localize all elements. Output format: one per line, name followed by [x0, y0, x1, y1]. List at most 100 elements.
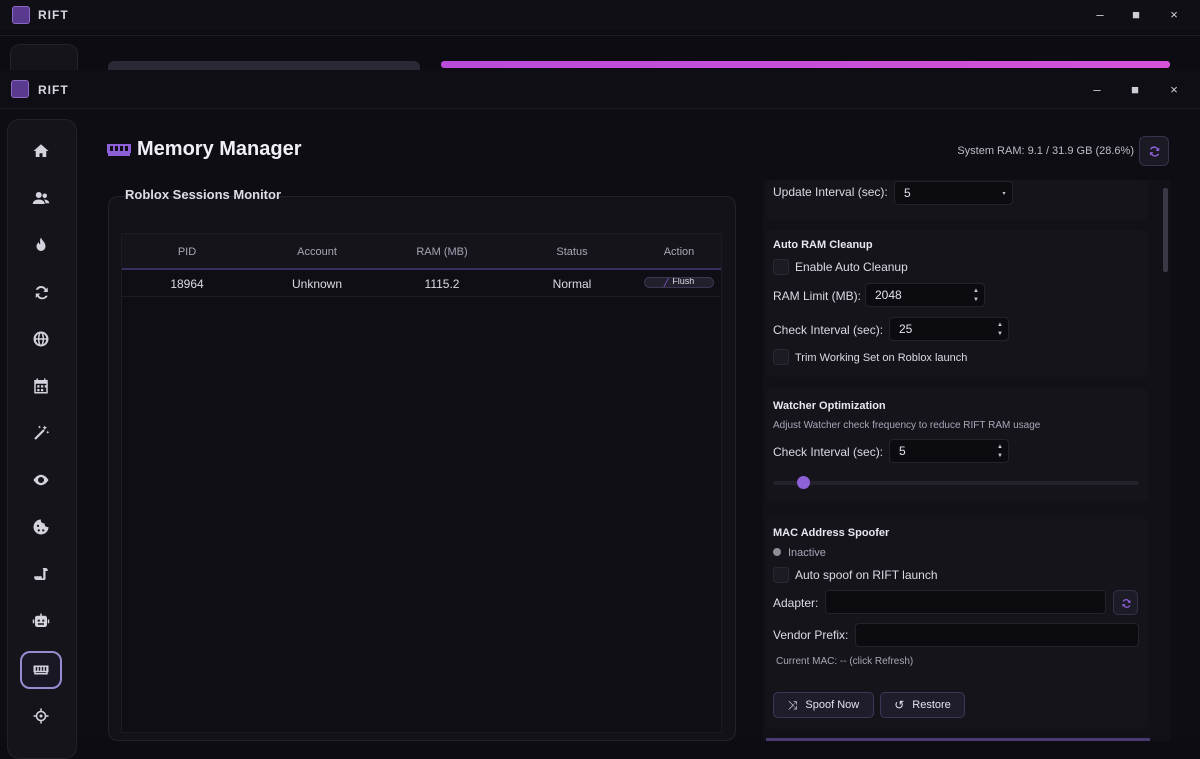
- auto-cleanup-title: Auto RAM Cleanup: [773, 239, 873, 251]
- titlebar: RIFT – ■ ×: [0, 70, 1200, 109]
- close-button[interactable]: ×: [1162, 79, 1186, 99]
- cell-account: Unknown: [291, 277, 343, 291]
- auto-spoof-label: Auto spoof on RIFT launch: [795, 568, 938, 582]
- back-maximize-button[interactable]: ■: [1124, 4, 1148, 24]
- minimize-button[interactable]: –: [1085, 79, 1109, 99]
- cell-status: Normal: [552, 277, 592, 291]
- refresh-button[interactable]: [1139, 136, 1169, 166]
- refresh-icon: [1122, 598, 1130, 608]
- sidebar-item-sync[interactable]: [21, 274, 61, 310]
- trim-working-set-checkbox[interactable]: [773, 349, 789, 365]
- trim-working-set-label: Trim Working Set on Roblox launch: [795, 352, 968, 364]
- maximize-button[interactable]: ■: [1123, 79, 1147, 99]
- restore-label: Restore: [912, 699, 951, 711]
- watcher-check-interval-label: Check Interval (sec):: [773, 445, 884, 459]
- update-interval-value: 5: [904, 186, 911, 200]
- mac-spoofer-title: MAC Address Spoofer: [773, 527, 890, 539]
- adapter-select[interactable]: [825, 590, 1106, 614]
- sidebar-item-home[interactable]: [21, 133, 61, 169]
- chevron-down-icon: ▾: [1002, 191, 1006, 197]
- sidebar-item-crosshair[interactable]: [21, 698, 61, 734]
- watcher-title: Watcher Optimization: [773, 400, 886, 412]
- settings-scrollbar[interactable]: [1163, 188, 1168, 272]
- spinner-arrows-icon[interactable]: ▲ ▼: [996, 321, 1004, 339]
- robot-icon: [32, 613, 50, 627]
- update-interval-label: Update Interval (sec):: [773, 185, 888, 199]
- mac-status-text: Inactive: [788, 547, 826, 559]
- sidebar-item-magic[interactable]: [21, 415, 61, 451]
- users-icon: [32, 192, 50, 204]
- shuffle-icon: ⤨: [787, 697, 798, 712]
- rift-logo-icon: [11, 80, 29, 98]
- spoof-now-label: Spoof Now: [805, 699, 860, 711]
- table-header: PID Account RAM (MB) Status Action: [122, 234, 721, 270]
- page-title: Memory Manager: [107, 138, 302, 161]
- sidebar-item-robot[interactable]: [21, 603, 61, 639]
- flush-button[interactable]: ╱ Flush: [644, 277, 714, 288]
- sync-icon: [35, 285, 48, 300]
- spinner-arrows-icon[interactable]: ▲ ▼: [972, 287, 980, 305]
- vendor-prefix-input[interactable]: [855, 623, 1139, 647]
- status-dot-icon: [773, 548, 781, 556]
- scroll-icon: [34, 568, 48, 580]
- column-header-pid[interactable]: PID: [162, 246, 212, 258]
- adapter-label: Adapter:: [773, 596, 819, 610]
- flush-button-label: Flush: [672, 277, 695, 286]
- watcher-slider-handle[interactable]: [797, 476, 810, 489]
- back-close-button[interactable]: ×: [1162, 4, 1186, 24]
- column-header-ram[interactable]: RAM (MB): [402, 246, 482, 258]
- fire-icon: [36, 237, 46, 251]
- enable-auto-cleanup-checkbox[interactable]: [773, 259, 789, 275]
- watcher-subtitle: Adjust Watcher check frequency to reduce…: [773, 420, 1041, 431]
- column-header-status[interactable]: Status: [537, 246, 607, 258]
- system-ram-readout: System RAM: 9.1 / 31.9 GB (28.6%): [957, 145, 1134, 157]
- sidebar-item-fire[interactable]: [21, 227, 61, 263]
- column-header-action[interactable]: Action: [644, 246, 714, 258]
- back-window-title: RIFT: [38, 8, 69, 22]
- cookie-icon: [33, 519, 49, 535]
- back-progress-bar: [441, 61, 1170, 68]
- restore-button[interactable]: ↺ Restore: [880, 692, 965, 718]
- ram-limit-spinbox[interactable]: 2048 ▲ ▼: [865, 283, 985, 307]
- ram-limit-value: 2048: [875, 288, 902, 302]
- globe-icon: [33, 331, 49, 347]
- memory-icon: [107, 143, 131, 156]
- vendor-prefix-label: Vendor Prefix:: [773, 628, 849, 642]
- sidebar-item-globe[interactable]: [21, 321, 61, 357]
- ram-limit-label: RAM Limit (MB):: [773, 289, 861, 303]
- undo-icon: ↺: [894, 698, 905, 712]
- home-icon: [33, 144, 49, 157]
- sessions-table: PID Account RAM (MB) Status Action 18964…: [121, 233, 722, 733]
- watcher-slider-track[interactable]: [773, 481, 1139, 485]
- cleanup-check-interval-value: 25: [899, 322, 913, 336]
- enable-auto-cleanup-label: Enable Auto Cleanup: [795, 260, 908, 274]
- window-title: RIFT: [38, 83, 69, 97]
- refresh-icon: [1149, 146, 1160, 157]
- watcher-check-interval-value: 5: [899, 444, 906, 458]
- sidebar-item-cookie[interactable]: [21, 509, 61, 545]
- sidebar-item-accounts[interactable]: [21, 180, 61, 216]
- sidebar-item-calendar[interactable]: [21, 368, 61, 404]
- back-minimize-button[interactable]: –: [1088, 4, 1112, 24]
- sidebar-item-memory[interactable]: [20, 651, 62, 689]
- sidebar-item-eye[interactable]: [21, 462, 61, 498]
- sessions-title: Roblox Sessions Monitor: [125, 187, 282, 202]
- page-title-text: Memory Manager: [137, 138, 302, 160]
- eye-icon: [33, 474, 49, 486]
- watcher-check-interval-spinbox[interactable]: 5 ▲ ▼: [889, 439, 1009, 463]
- cleanup-check-interval-label: Check Interval (sec):: [773, 323, 884, 337]
- spinner-arrows-icon[interactable]: ▲ ▼: [996, 443, 1004, 461]
- rift-logo-icon: [12, 6, 30, 24]
- magic-wand-icon: [34, 425, 50, 440]
- back-divider: [0, 35, 1200, 36]
- calendar-icon: [34, 378, 48, 394]
- update-interval-select[interactable]: 5 ▾: [894, 181, 1013, 205]
- current-mac-text: Current MAC: -- (click Refresh): [776, 656, 914, 667]
- adapter-refresh-button[interactable]: [1113, 590, 1138, 615]
- column-header-account[interactable]: Account: [272, 246, 362, 258]
- sidebar-item-scroll[interactable]: [21, 556, 61, 592]
- auto-spoof-checkbox[interactable]: [773, 567, 789, 583]
- cell-ram: 1115.2: [424, 277, 460, 291]
- cleanup-check-interval-spinbox[interactable]: 25 ▲ ▼: [889, 317, 1009, 341]
- spoof-now-button[interactable]: ⤨ Spoof Now: [773, 692, 874, 718]
